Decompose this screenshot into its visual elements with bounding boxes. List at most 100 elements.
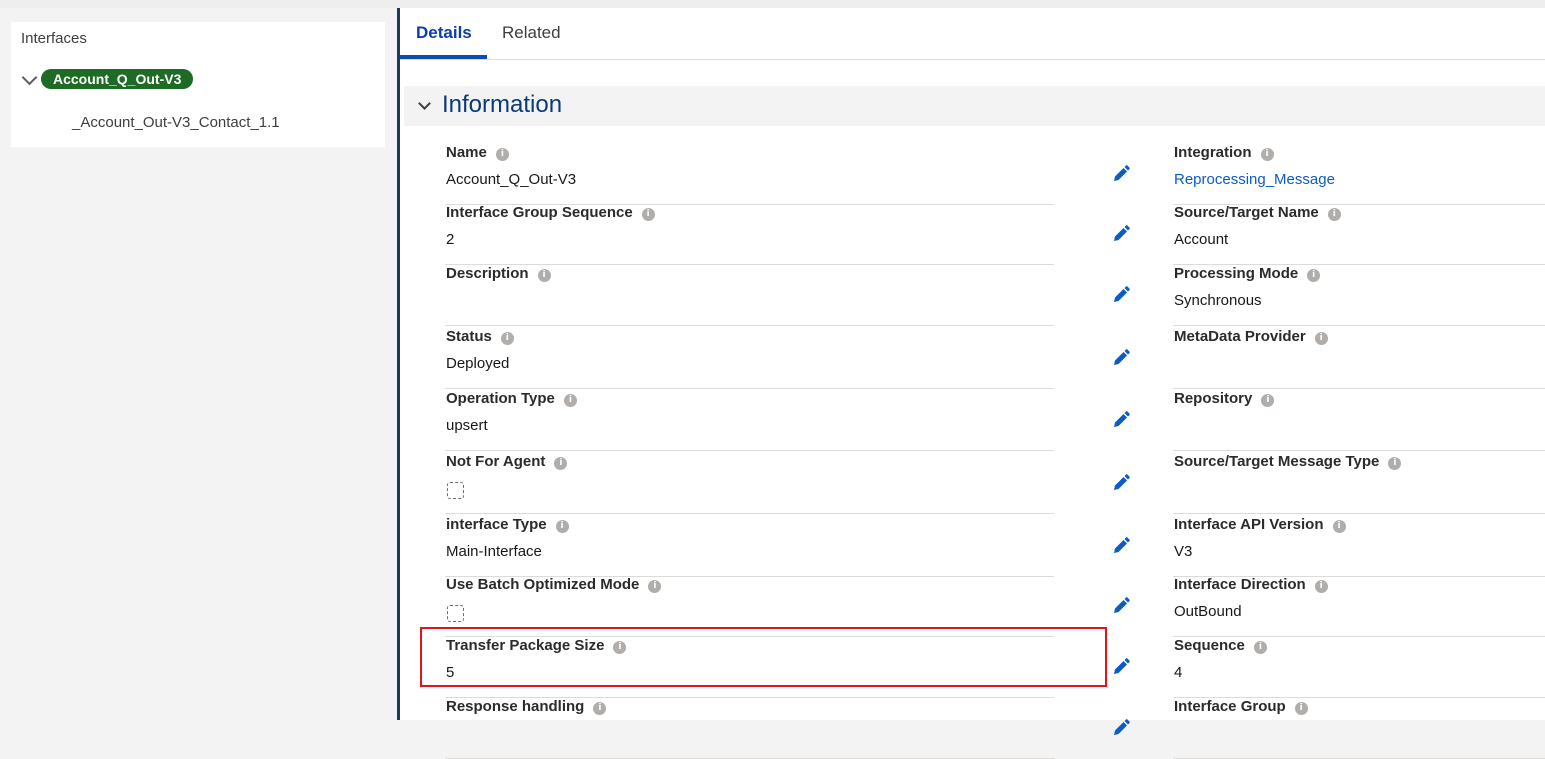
field-label-text: Processing Mode [1174, 265, 1299, 282]
field-label: Interface Group Sequence i [446, 204, 655, 221]
chevron-down-icon[interactable] [21, 69, 38, 86]
field-label-text: Use Batch Optimized Mode [446, 576, 640, 593]
field-label-text: Integration [1174, 144, 1252, 161]
field-label-text: Response handling [446, 698, 585, 715]
info-icon[interactable]: i [593, 702, 607, 715]
info-icon[interactable]: i [1314, 580, 1328, 593]
right-field: Interface Group i [1173, 698, 1545, 759]
checkbox[interactable] [447, 482, 464, 499]
integration-link[interactable]: Reprocessing_Message [1174, 171, 1335, 188]
info-icon[interactable]: i [1388, 457, 1402, 470]
right-field: Source/Target Name i Account [1173, 204, 1545, 265]
field-label-text: interface Type [446, 516, 547, 533]
field-label-text: Status [446, 328, 492, 345]
interfaces-tree-panel: Interfaces Account_Q_Out-V3 _Account_Out… [11, 22, 385, 147]
field-label: Sequence i [1174, 637, 1267, 654]
info-icon[interactable]: i [500, 332, 514, 345]
tab-related[interactable]: Related [502, 23, 561, 43]
field-label: Processing Mode i [1174, 265, 1321, 282]
section-title: Information [442, 91, 563, 118]
field-label-text: Interface API Version [1174, 516, 1324, 533]
field-value: 4 [1174, 664, 1183, 681]
field-label: Integration i [1174, 144, 1274, 161]
pencil-icon[interactable] [1111, 348, 1131, 368]
left-field: Interface Group Sequence i 2 [445, 204, 1130, 265]
pencil-icon[interactable] [1111, 285, 1131, 305]
info-icon[interactable]: i [554, 457, 568, 470]
left-field: Operation Type i upsert [445, 390, 1130, 451]
active-tab-indicator [400, 55, 487, 59]
field-label: Interface Group i [1174, 698, 1308, 715]
field-label-text: Interface Direction [1174, 576, 1306, 593]
field-label-text: Source/Target Message Type [1174, 453, 1380, 470]
info-icon[interactable]: i [613, 641, 627, 654]
left-field: Not For Agent i [445, 453, 1130, 514]
field-label: Operation Type i [446, 390, 577, 407]
information-section-header[interactable]: Information [404, 86, 1545, 126]
info-icon[interactable]: i [648, 580, 662, 593]
field-label: Status i [446, 328, 514, 345]
field-value: 2 [446, 231, 455, 248]
field-value: Deployed [446, 355, 510, 372]
info-icon[interactable]: i [1261, 394, 1275, 407]
field-label: MetaData Provider i [1174, 328, 1328, 345]
field-label: Source/Target Message Type i [1174, 453, 1402, 470]
field-value: V3 [1174, 543, 1193, 560]
info-icon[interactable]: i [555, 520, 569, 533]
info-icon[interactable]: i [1294, 702, 1308, 715]
field-label-text: Operation Type [446, 390, 555, 407]
field-value: Account_Q_Out-V3 [446, 171, 577, 188]
field-label-text: Sequence [1174, 637, 1245, 654]
tree-title: Interfaces [21, 30, 87, 47]
detail-panel: Details Related Information Name i Account… [400, 8, 1545, 759]
field-value: 5 [446, 664, 455, 681]
field-label-text: Interface Group Sequence [446, 204, 633, 221]
pencil-icon[interactable] [1111, 536, 1131, 556]
field-label-text: Source/Target Name [1174, 204, 1319, 221]
field-label: Source/Target Name i [1174, 204, 1341, 221]
field-label: Description i [446, 265, 551, 282]
pencil-icon[interactable] [1111, 473, 1131, 493]
field-label: Name i [446, 144, 509, 161]
left-field: interface Type i Main-Interface [445, 516, 1130, 577]
field-label: Interface Direction i [1174, 576, 1328, 593]
checkbox[interactable] [447, 605, 464, 622]
info-icon[interactable]: i [641, 208, 655, 221]
info-icon[interactable]: i [1307, 269, 1321, 282]
pencil-icon[interactable] [1111, 657, 1131, 677]
field-label: Interface API Version i [1174, 516, 1346, 533]
pencil-icon[interactable] [1111, 410, 1131, 430]
info-icon[interactable]: i [537, 269, 551, 282]
field-label: Repository i [1174, 390, 1275, 407]
field-label: Use Batch Optimized Mode i [446, 576, 662, 593]
field-value: OutBound [1174, 603, 1242, 620]
info-icon[interactable]: i [1332, 520, 1346, 533]
info-icon[interactable]: i [495, 148, 509, 161]
info-icon[interactable]: i [563, 394, 577, 407]
info-icon[interactable]: i [1327, 208, 1341, 221]
right-field: Repository i [1173, 390, 1545, 451]
tree-root-node[interactable]: Account_Q_Out-V3 [41, 69, 194, 89]
right-field: Integration i Reprocessing_Message [1173, 144, 1545, 205]
field-label-text: Transfer Package Size [446, 637, 605, 654]
top-strip [0, 0, 1545, 8]
pencil-icon[interactable] [1111, 224, 1131, 244]
tree-child-node[interactable]: _Account_Out-V3_Contact_1.1 [72, 114, 280, 131]
right-field: Interface API Version i V3 [1173, 516, 1545, 577]
field-label: Transfer Package Size i [446, 637, 627, 654]
info-icon[interactable]: i [1314, 332, 1328, 345]
pencil-icon[interactable] [1111, 164, 1131, 184]
pencil-icon[interactable] [1111, 596, 1131, 616]
left-field: Name i Account_Q_Out-V3 [445, 144, 1130, 205]
info-icon[interactable]: i [1260, 148, 1274, 161]
field-label-text: Name [446, 144, 487, 161]
field-label: Response handling i [446, 698, 607, 715]
pencil-icon[interactable] [1111, 718, 1131, 738]
info-icon[interactable]: i [1253, 641, 1267, 654]
tab-details[interactable]: Details [416, 23, 472, 43]
field-value: Synchronous [1174, 292, 1262, 309]
right-field: Source/Target Message Type i [1173, 453, 1545, 514]
tab-bar: Details Related [400, 8, 1545, 60]
right-field: Sequence i 4 [1173, 637, 1545, 698]
field-label: Not For Agent i [446, 453, 568, 470]
